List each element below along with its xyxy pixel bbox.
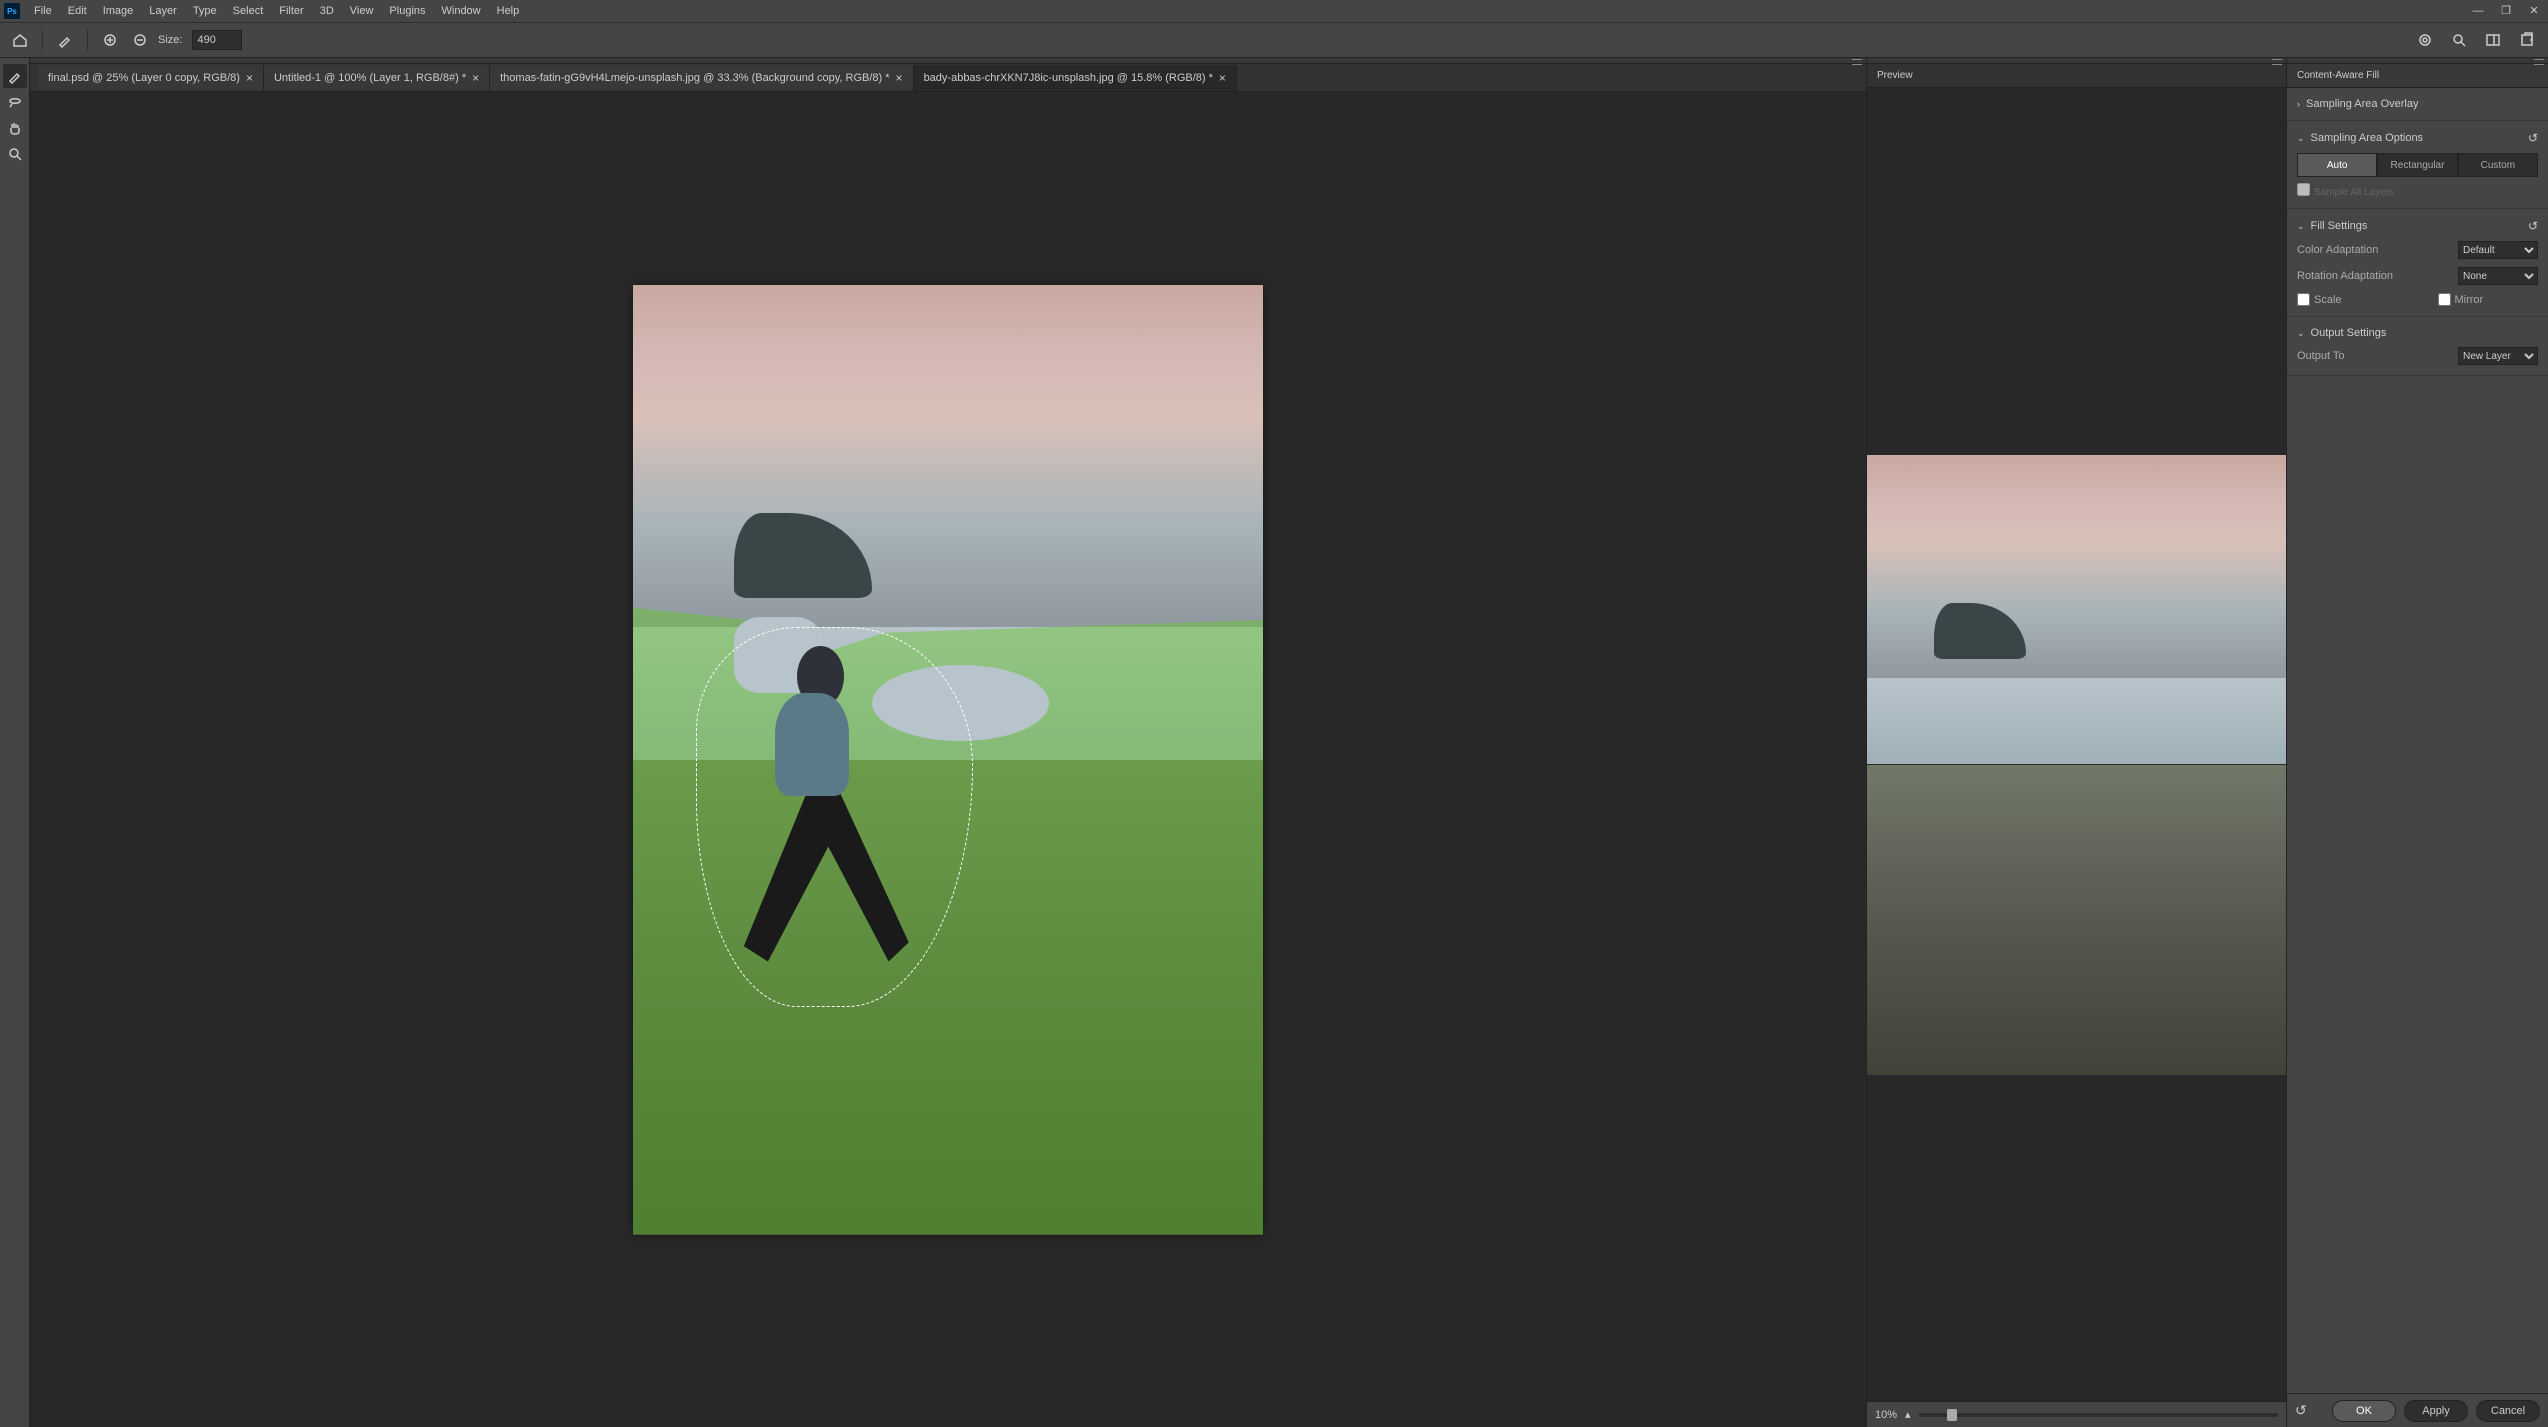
close-icon[interactable]: ✕ — [2520, 0, 2548, 22]
tab-3[interactable]: bady-abbas-chrXKN7J8ic-unsplash.jpg @ 15… — [914, 65, 1237, 91]
ok-button[interactable]: OK — [2332, 1400, 2396, 1422]
menu-select[interactable]: Select — [225, 0, 272, 22]
menu-window[interactable]: Window — [434, 0, 489, 22]
tab-collapse-handle[interactable] — [30, 58, 1866, 64]
content-aware-fill-panel: Content-Aware Fill ›Sampling Area Overla… — [2286, 58, 2548, 1427]
menu-filter[interactable]: Filter — [271, 0, 311, 22]
tab-close-icon[interactable]: × — [472, 65, 479, 91]
sampling-auto-button[interactable]: Auto — [2297, 153, 2377, 177]
cancel-button[interactable]: Cancel — [2476, 1400, 2540, 1422]
preview-image — [1867, 455, 2286, 1075]
sample-all-layers-checkbox — [2297, 183, 2310, 196]
minimize-icon[interactable]: — — [2464, 0, 2492, 22]
rotation-adaptation-select[interactable]: None — [2458, 267, 2538, 285]
app-logo: Ps — [4, 3, 20, 19]
menu-image[interactable]: Image — [95, 0, 142, 22]
brush-tool-icon[interactable] — [53, 28, 77, 52]
color-adaptation-select[interactable]: Default — [2458, 241, 2538, 259]
hand-tool[interactable] — [3, 116, 27, 140]
size-input[interactable] — [192, 30, 242, 50]
document-tabs: final.psd @ 25% (Layer 0 copy, RGB/8)× U… — [30, 64, 1866, 92]
section-fill-settings[interactable]: ⌄Fill Settings↺ — [2297, 215, 2538, 237]
caf-tab[interactable]: Content-Aware Fill — [2287, 64, 2548, 88]
section-output-settings[interactable]: ⌄Output Settings — [2297, 323, 2538, 343]
tab-close-icon[interactable]: × — [246, 65, 253, 91]
workspace-icon[interactable] — [2480, 27, 2506, 53]
reset-icon[interactable]: ↺ — [2528, 219, 2538, 233]
rotation-adaptation-label: Rotation Adaptation — [2297, 270, 2458, 282]
lasso-tool[interactable] — [3, 90, 27, 114]
options-bar: Size: — [0, 22, 2548, 58]
panel-collapse-handle[interactable] — [1867, 58, 2286, 64]
restore-icon[interactable]: ❐ — [2492, 0, 2520, 22]
subtract-sample-icon[interactable] — [128, 28, 152, 52]
canvas[interactable] — [30, 92, 1866, 1427]
section-sampling-options[interactable]: ⌄Sampling Area Options↺ — [2297, 127, 2538, 149]
output-to-label: Output To — [2297, 350, 2458, 362]
menu-help[interactable]: Help — [489, 0, 528, 22]
subject-figure — [696, 646, 961, 988]
apply-button[interactable]: Apply — [2404, 1400, 2468, 1422]
sampling-custom-button[interactable]: Custom — [2458, 153, 2538, 177]
home-icon[interactable] — [8, 28, 32, 52]
menu-view[interactable]: View — [342, 0, 382, 22]
mirror-checkbox[interactable] — [2438, 293, 2451, 306]
add-sample-icon[interactable] — [98, 28, 122, 52]
preview-panel: Preview 10% ▴ — [1866, 58, 2286, 1427]
sampling-brush-tool[interactable] — [3, 64, 27, 88]
tab-close-icon[interactable]: × — [1219, 65, 1226, 91]
menu-type[interactable]: Type — [185, 0, 225, 22]
zoom-out-icon[interactable]: ▴ — [1905, 1408, 1911, 1421]
menu-plugins[interactable]: Plugins — [381, 0, 433, 22]
output-to-select[interactable]: New Layer — [2458, 347, 2538, 365]
section-sampling-overlay[interactable]: ›Sampling Area Overlay — [2297, 94, 2538, 114]
reset-icon[interactable]: ↺ — [2528, 131, 2538, 145]
tab-1[interactable]: Untitled-1 @ 100% (Layer 1, RGB/8#) *× — [264, 65, 490, 91]
reset-all-icon[interactable]: ↺ — [2295, 1402, 2307, 1419]
menu-file[interactable]: File — [26, 0, 60, 22]
zoom-tool[interactable] — [3, 142, 27, 166]
menu-edit[interactable]: Edit — [60, 0, 95, 22]
menubar: Ps File Edit Image Layer Type Select Fil… — [0, 0, 2548, 22]
mini-toolbar — [0, 58, 30, 1427]
scale-checkbox[interactable] — [2297, 293, 2310, 306]
tab-close-icon[interactable]: × — [896, 65, 903, 91]
search-icon[interactable] — [2446, 27, 2472, 53]
size-label: Size: — [158, 34, 182, 46]
preview-tab[interactable]: Preview — [1867, 64, 2286, 88]
menu-3d[interactable]: 3D — [312, 0, 342, 22]
color-adaptation-label: Color Adaptation — [2297, 244, 2458, 256]
cloud-docs-icon[interactable] — [2412, 27, 2438, 53]
share-icon[interactable] — [2514, 27, 2540, 53]
zoom-slider[interactable] — [1919, 1413, 2278, 1417]
zoom-value: 10% — [1875, 1409, 1897, 1421]
tab-0[interactable]: final.psd @ 25% (Layer 0 copy, RGB/8)× — [38, 65, 264, 91]
panel-collapse-handle[interactable] — [2287, 58, 2548, 64]
tab-2[interactable]: thomas-fatin-gG9vH4Lmejo-unsplash.jpg @ … — [490, 65, 913, 91]
sampling-rectangular-button[interactable]: Rectangular — [2377, 153, 2457, 177]
menu-layer[interactable]: Layer — [141, 0, 185, 22]
document-image — [633, 285, 1263, 1235]
sampling-mode-segment: Auto Rectangular Custom — [2297, 153, 2538, 177]
